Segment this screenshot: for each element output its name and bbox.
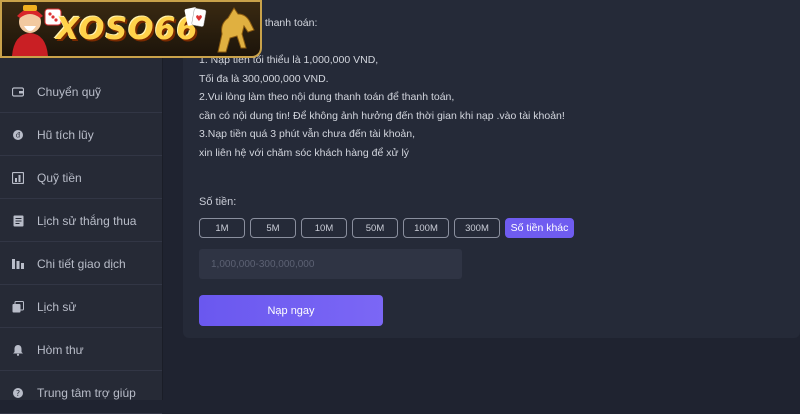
- svg-text:?: ?: [16, 388, 20, 397]
- sidebar-item-help-center[interactable]: ? Trung tâm trợ giúp: [0, 372, 162, 414]
- other-amount-button[interactable]: Số tiền khác: [505, 218, 574, 238]
- svg-text:đ: đ: [16, 131, 21, 139]
- instructions-heading: : thanh toán:: [259, 17, 318, 29]
- amount-preset-1m[interactable]: 1M: [199, 218, 245, 238]
- sidebar-item-transfer[interactable]: Chuyển quỹ: [0, 71, 162, 113]
- deposit-now-button[interactable]: Nạp ngay: [199, 295, 383, 326]
- sidebar-item-label: Quỹ tiền: [37, 170, 82, 185]
- document-icon: [12, 215, 24, 227]
- sidebar-item-label: Lịch sử: [37, 299, 77, 314]
- amount-preset-50m[interactable]: 50M: [352, 218, 398, 238]
- instructions-spacer: [199, 33, 619, 52]
- horse-icon: [217, 7, 255, 53]
- sidebar-item-label: Trung tâm trợ giúp: [37, 385, 136, 400]
- wallet-icon: [12, 86, 24, 98]
- sidebar-item-win-loss-history[interactable]: Lịch sử thắng thua: [0, 200, 162, 242]
- instruction-line: cần có nội dung tin! Để không ảnh hưởng …: [199, 109, 565, 122]
- deposit-instructions: : thanh toán: 1. Nạp tiền tối thiểu là 1…: [199, 14, 619, 162]
- sidebar-item-label: Lịch sử thắng thua: [37, 213, 137, 228]
- instruction-line: Tối đa là 300,000,000 VND.: [199, 72, 329, 85]
- sidebar-item-mailbox[interactable]: Hòm thư: [0, 329, 162, 371]
- history-icon: [12, 300, 24, 313]
- bell-icon: [12, 344, 24, 356]
- sidebar-item-fund[interactable]: Quỹ tiền: [0, 157, 162, 199]
- amount-preset-100m[interactable]: 100M: [403, 218, 449, 238]
- instruction-line: xin liên hệ với chăm sóc khách hàng để x…: [199, 146, 410, 159]
- amount-preset-300m[interactable]: 300M: [454, 218, 500, 238]
- sidebar-item-transaction-details[interactable]: Chi tiết giao dịch: [0, 243, 162, 285]
- ledger-icon: [12, 258, 24, 270]
- fund-icon: [12, 171, 24, 184]
- svg-text:♥: ♥: [195, 14, 202, 23]
- instruction-line: 2.Vui lòng làm theo nội dung thanh toán …: [199, 91, 455, 103]
- instruction-line: 1. Nạp tiền tối thiểu là 1,000,000 VND,: [199, 54, 379, 66]
- brand-logo[interactable]: XOSO66 ♥: [0, 0, 262, 58]
- amount-input[interactable]: [199, 249, 462, 279]
- sidebar-item-history[interactable]: Lịch sử: [0, 286, 162, 328]
- playing-cards-icon: ♥: [184, 7, 207, 27]
- sidebar-item-label: Chi tiết giao dịch: [37, 256, 126, 271]
- sidebar-item-label: Chuyển quỹ: [37, 84, 102, 99]
- sidebar-item-savings[interactable]: đ Hũ tích lũy: [0, 114, 162, 156]
- amount-preset-10m[interactable]: 10M: [301, 218, 347, 238]
- help-icon: ?: [12, 387, 24, 399]
- brand-logo-text: XOSO66: [56, 12, 199, 47]
- amount-label: Số tiền:: [199, 196, 237, 208]
- sidebar-item-label: Hòm thư: [37, 342, 84, 357]
- instruction-line: 3.Nạp tiền quá 3 phút vẫn chưa đến tài k…: [199, 128, 416, 140]
- amount-preset-5m[interactable]: 5M: [250, 218, 296, 238]
- coin-icon: đ: [12, 129, 24, 141]
- sidebar-item-label: Hũ tích lũy: [37, 127, 94, 142]
- amount-preset-group: 1M 5M 10M 50M 100M 300M Số tiền khác: [199, 218, 574, 238]
- sidebar: Chuyển quỹ đ Hũ tích lũy Quỹ tiền Lịch s…: [0, 0, 163, 414]
